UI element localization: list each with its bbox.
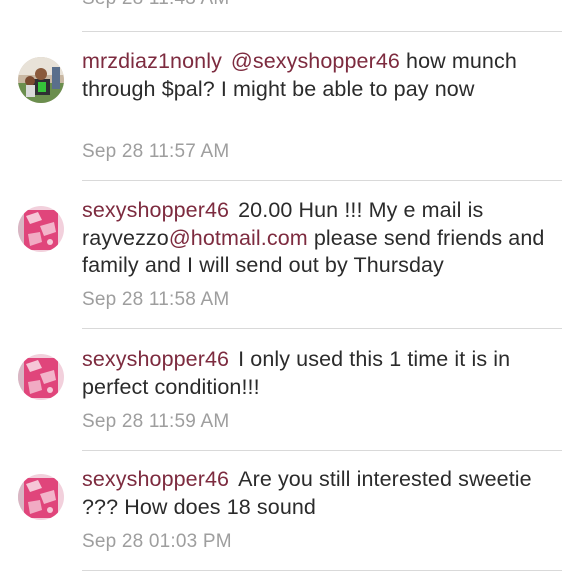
profile-photo-pink-bag-icon: [18, 474, 64, 520]
profile-photo-pink-bag-icon: [18, 206, 64, 252]
comment-username[interactable]: sexyshopper46: [82, 198, 229, 222]
comment-timestamp: Sep 28 11:59 AM: [82, 411, 230, 432]
user-avatar[interactable]: [18, 206, 64, 252]
user-avatar[interactable]: [18, 57, 64, 103]
divider: [82, 450, 562, 451]
profile-photo-pink-bag-icon: [18, 354, 64, 400]
divider: [82, 31, 562, 32]
comment-username[interactable]: sexyshopper46: [82, 467, 229, 491]
divider: [82, 180, 562, 181]
comment-username[interactable]: mrzdiaz1nonly: [82, 49, 222, 73]
profile-photo-person-icon: [18, 57, 64, 103]
comment-thread: Sep 28 11:43 AM mrzdiaz1nonly @sexyshoppe…: [0, 0, 580, 580]
user-avatar[interactable]: [18, 354, 64, 400]
previous-comment-timestamp: Sep 28 11:43 AM: [82, 0, 229, 10]
user-mention[interactable]: @sexyshopper46: [231, 49, 400, 73]
comment-text: sexyshopper46 I only used this 1 time it …: [82, 346, 550, 401]
comment-text: sexyshopper46 20.00 Hun !!! My e mail is …: [82, 197, 550, 280]
divider: [82, 570, 562, 571]
comment-username[interactable]: sexyshopper46: [82, 347, 229, 371]
comment-text: mrzdiaz1nonly @sexyshopper46 how munch th…: [82, 48, 550, 103]
comment-text: sexyshopper46 Are you still interested sw…: [82, 466, 550, 521]
divider: [82, 328, 562, 329]
comment-timestamp: Sep 28 01:03 PM: [82, 531, 232, 552]
email-link[interactable]: @hotmail.com: [169, 226, 308, 250]
comment-timestamp: Sep 28 11:58 AM: [82, 289, 230, 310]
comment-timestamp: Sep 28 11:57 AM: [82, 141, 230, 162]
user-avatar[interactable]: [18, 474, 64, 520]
